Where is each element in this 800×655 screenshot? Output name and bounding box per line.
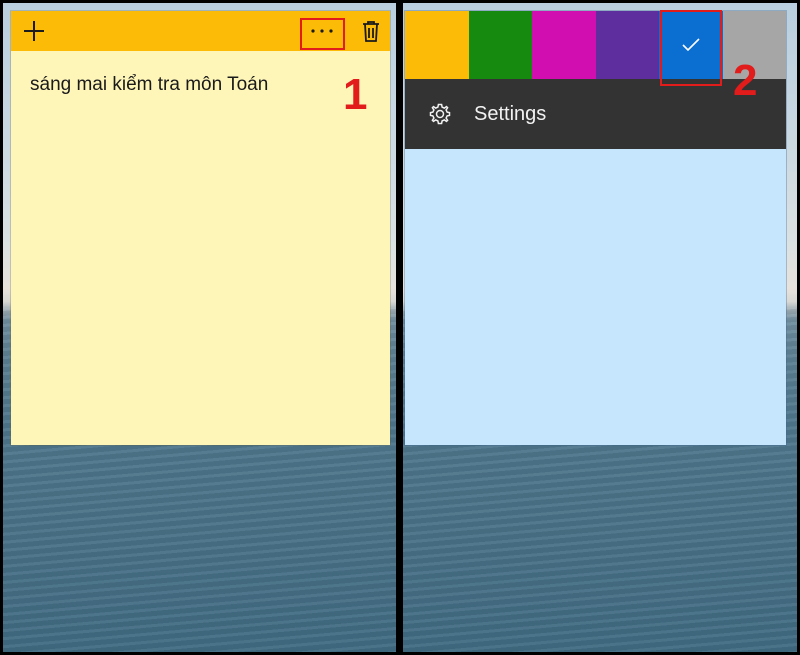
- color-swatch-yellow[interactable]: [405, 11, 469, 79]
- step-label-1: 1: [343, 70, 368, 119]
- right-panel: Settings 2: [403, 3, 797, 652]
- note-text[interactable]: sáng mai kiểm tra môn Toán: [30, 74, 268, 96]
- step-label-2: 2: [733, 56, 758, 105]
- settings-menu-item[interactable]: Settings: [405, 79, 786, 149]
- gear-icon: [428, 102, 452, 126]
- delete-note-button[interactable]: [354, 11, 388, 51]
- add-note-button[interactable]: [17, 11, 51, 51]
- note-titlebar: [11, 11, 390, 51]
- trash-icon: [363, 21, 379, 42]
- left-panel: sáng mai kiểm tra môn Toán 1: [3, 3, 396, 652]
- checkmark-icon: [682, 38, 700, 52]
- add-icon: [24, 21, 44, 41]
- menu-button[interactable]: [301, 11, 343, 51]
- sticky-note-yellow[interactable]: sáng mai kiểm tra môn Toán: [11, 11, 390, 445]
- color-swatch-green[interactable]: [468, 11, 532, 79]
- color-swatch-purple[interactable]: [595, 11, 659, 79]
- color-swatch-blue[interactable]: [659, 11, 723, 79]
- settings-label: Settings: [474, 102, 547, 125]
- sticky-note-blue[interactable]: Settings: [405, 10, 786, 445]
- color-swatch-row: [405, 11, 786, 79]
- more-icon: [311, 29, 333, 33]
- color-swatch-pink[interactable]: [532, 11, 596, 79]
